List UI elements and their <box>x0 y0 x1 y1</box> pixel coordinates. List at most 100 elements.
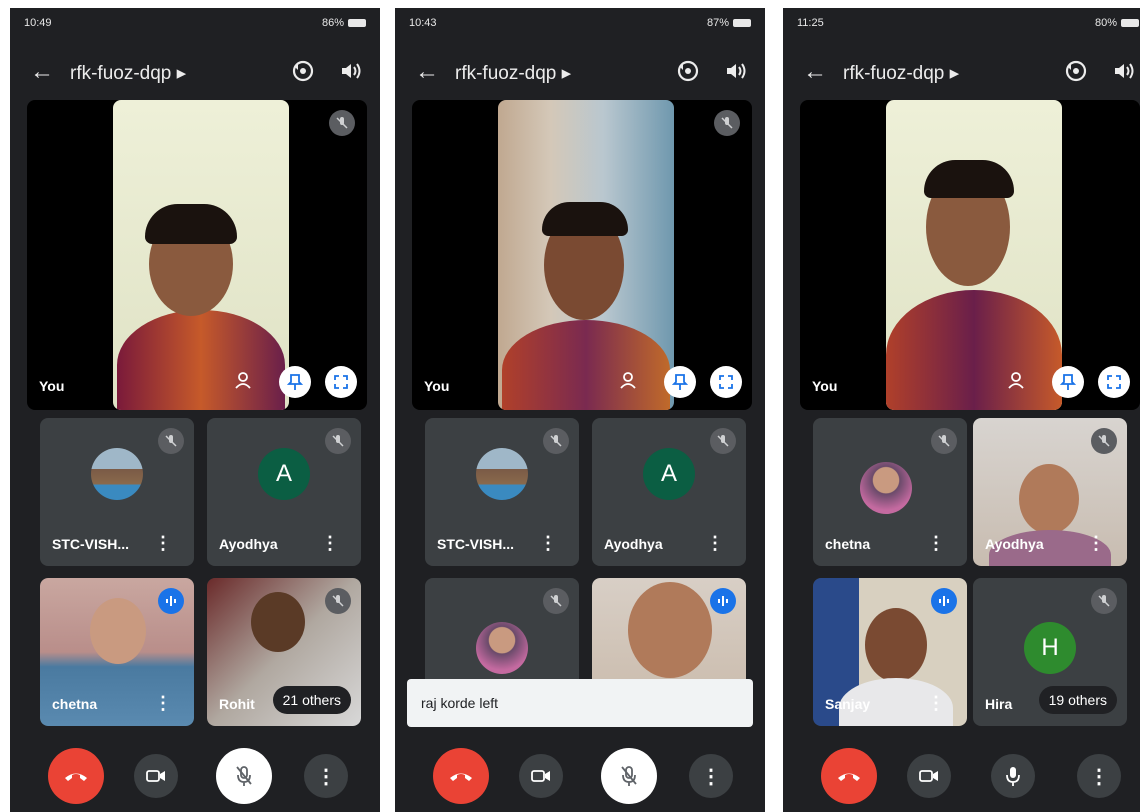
status-bar: 10:49 86% <box>24 14 366 32</box>
mic-off-icon <box>714 110 740 136</box>
others-count-badge[interactable]: 21 others <box>272 686 351 714</box>
battery-icon <box>733 19 751 27</box>
camera-toggle-button[interactable] <box>519 754 563 798</box>
participant-name: Rohit <box>219 696 255 712</box>
participant-name: Hira <box>985 696 1013 712</box>
mic-toggle-button[interactable] <box>216 748 272 804</box>
switch-camera-icon[interactable] <box>1063 58 1089 84</box>
camera-toggle-button[interactable] <box>134 754 178 798</box>
end-call-button[interactable] <box>433 748 489 804</box>
speaking-indicator-icon <box>931 588 957 614</box>
self-video-feed <box>113 100 289 410</box>
status-bar: 11:25 80% <box>797 14 1139 32</box>
participant-tile[interactable]: Rohit 21 others <box>207 578 361 726</box>
more-options-icon[interactable]: ⋮ <box>706 534 724 552</box>
speaker-icon[interactable] <box>1111 58 1137 84</box>
screenshot-panel-3: 11:25 80% ← rfk-fuoz-dqp ▸ You chetna ⋮ <box>783 8 1140 812</box>
screenshot-panel-2: 10:43 87% ← rfk-fuoz-dqp ▸ You STC-VISH.… <box>395 8 765 812</box>
self-video-feed <box>498 100 674 410</box>
more-options-icon[interactable]: ⋮ <box>154 694 172 712</box>
speaking-indicator-icon <box>710 588 736 614</box>
participant-tile[interactable]: H Hira 19 others <box>973 578 1127 726</box>
avatar <box>91 448 143 500</box>
participant-name: Ayodhya <box>604 536 663 552</box>
pin-button[interactable] <box>664 366 696 398</box>
self-video-tile[interactable]: You <box>412 100 752 410</box>
mic-toggle-button[interactable] <box>601 748 657 804</box>
participant-tile[interactable]: Ayodhya ⋮ <box>973 418 1127 566</box>
more-options-icon[interactable]: ⋮ <box>321 534 339 552</box>
meeting-header: ← rfk-fuoz-dqp ▸ <box>395 54 765 94</box>
more-options-icon[interactable]: ⋮ <box>154 534 172 552</box>
participant-tile[interactable]: chetna ⋮ <box>40 578 194 726</box>
meeting-code-title[interactable]: rfk-fuoz-dqp ▸ <box>843 62 959 85</box>
background-effects-icon[interactable] <box>612 364 644 396</box>
more-options-button[interactable]: ⋮ <box>1077 754 1121 798</box>
battery-icon <box>1121 19 1139 27</box>
switch-camera-icon[interactable] <box>290 58 316 84</box>
self-video-tile[interactable]: You <box>800 100 1140 410</box>
participant-name: STC-VISH... <box>52 536 130 552</box>
speaker-icon[interactable] <box>723 58 749 84</box>
avatar: A <box>258 448 310 500</box>
mic-toggle-button[interactable] <box>991 754 1035 798</box>
fullscreen-button[interactable] <box>325 366 357 398</box>
meeting-code-title[interactable]: rfk-fuoz-dqp ▸ <box>70 62 186 85</box>
more-options-icon[interactable]: ⋮ <box>539 534 557 552</box>
participant-name: chetna <box>825 536 871 552</box>
mic-off-icon <box>325 588 351 614</box>
battery-percent: 80% <box>1094 17 1117 29</box>
battery-percent: 86% <box>321 17 344 29</box>
speaking-indicator-icon <box>158 588 184 614</box>
background-effects-icon[interactable] <box>227 364 259 396</box>
more-options-icon[interactable]: ⋮ <box>927 694 945 712</box>
status-time: 10:49 <box>24 17 52 29</box>
camera-toggle-button[interactable] <box>907 754 951 798</box>
others-count-badge[interactable]: 19 others <box>1038 686 1117 714</box>
avatar <box>476 448 528 500</box>
back-arrow-icon[interactable]: ← <box>803 58 827 86</box>
meeting-code-title[interactable]: rfk-fuoz-dqp ▸ <box>455 62 571 85</box>
end-call-button[interactable] <box>48 748 104 804</box>
switch-camera-icon[interactable] <box>675 58 701 84</box>
participant-tile[interactable]: STC-VISH... ⋮ <box>425 418 579 566</box>
more-options-button[interactable]: ⋮ <box>689 754 733 798</box>
fullscreen-button[interactable] <box>1098 366 1130 398</box>
back-arrow-icon[interactable]: ← <box>30 58 54 86</box>
back-arrow-icon[interactable]: ← <box>415 58 439 86</box>
more-options-icon[interactable]: ⋮ <box>927 534 945 552</box>
status-bar: 10:43 87% <box>409 14 751 32</box>
speaker-icon[interactable] <box>338 58 364 84</box>
participant-tile[interactable]: STC-VISH... ⋮ <box>40 418 194 566</box>
participant-tile[interactable]: Sanjay ⋮ <box>813 578 967 726</box>
self-label: You <box>424 378 450 394</box>
more-options-icon[interactable]: ⋮ <box>1087 534 1105 552</box>
self-video-tile[interactable]: You <box>27 100 367 410</box>
meeting-header: ← rfk-fuoz-dqp ▸ <box>10 54 380 94</box>
avatar: H <box>1024 622 1076 674</box>
more-options-button[interactable]: ⋮ <box>304 754 348 798</box>
avatar: A <box>643 448 695 500</box>
participant-name: Sanjay <box>825 696 871 712</box>
fullscreen-button[interactable] <box>710 366 742 398</box>
mic-off-icon <box>1091 588 1117 614</box>
pin-button[interactable] <box>1052 366 1084 398</box>
mic-off-icon <box>325 428 351 454</box>
participant-tile[interactable]: A Ayodhya ⋮ <box>207 418 361 566</box>
participant-name: STC-VISH... <box>437 536 515 552</box>
participant-tile[interactable]: A Ayodhya ⋮ <box>592 418 746 566</box>
mic-off-icon <box>158 428 184 454</box>
participant-name: Ayodhya <box>219 536 278 552</box>
participant-tile[interactable]: chetna ⋮ <box>813 418 967 566</box>
pin-button[interactable] <box>279 366 311 398</box>
avatar <box>476 622 528 674</box>
status-time: 11:25 <box>797 17 824 29</box>
self-video-feed <box>886 100 1062 410</box>
mic-off-icon <box>543 428 569 454</box>
mic-off-icon <box>1091 428 1117 454</box>
battery-percent: 87% <box>706 17 729 29</box>
call-controls: ⋮ <box>395 748 765 804</box>
end-call-button[interactable] <box>821 748 877 804</box>
mic-off-icon <box>543 588 569 614</box>
background-effects-icon[interactable] <box>1000 364 1032 396</box>
